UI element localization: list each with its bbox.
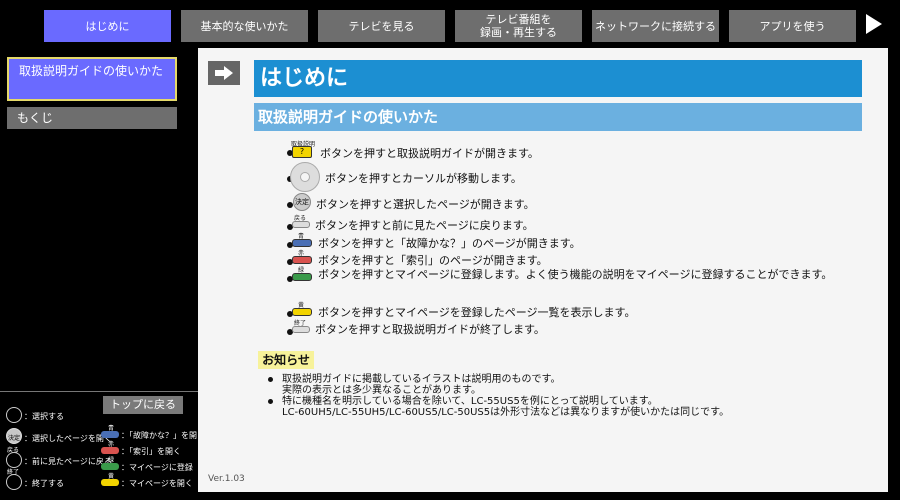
- next-arrow-icon[interactable]: [866, 14, 882, 34]
- key-end-label: ：終了する: [24, 479, 64, 488]
- sidebar-item-label: もくじ: [17, 111, 54, 125]
- key-select-label: ：選択する: [24, 412, 64, 421]
- key-back-label: ：前に見たページに戻る: [24, 457, 112, 466]
- blue-button-icon: [292, 239, 312, 247]
- key-blue-label: ：「故障かな？」を開く: [121, 431, 205, 440]
- red-button-icon: [292, 256, 312, 264]
- blue-key-icon: [101, 431, 119, 438]
- tab-apps[interactable]: アプリを使う: [729, 10, 856, 42]
- item-text: ボタンを押すと選択したページが開きます。: [316, 198, 535, 211]
- sidebar-item-toc[interactable]: もくじ: [7, 107, 177, 129]
- key-green-label: ：マイページに登録: [121, 463, 193, 472]
- version-label: Ver.1.03: [208, 474, 245, 484]
- dpad-key-icon: [6, 407, 22, 423]
- notice-label: お知らせ: [258, 351, 314, 369]
- key-red-label: ：「索引」を開く: [121, 447, 181, 456]
- tab-label: アプリを使う: [759, 19, 826, 33]
- tab-label: テレビを見る: [348, 19, 415, 33]
- tab-basic-usage[interactable]: 基本的な使いかた: [181, 10, 308, 42]
- yellow-key-icon: [101, 479, 119, 486]
- end-key-icon: [6, 474, 22, 490]
- notice-line: 取扱説明ガイドに掲載しているイラストは説明用のものです。: [282, 374, 561, 385]
- back-button-icon: [292, 221, 310, 228]
- dpad-icon: [290, 162, 320, 192]
- end-button-icon: [292, 326, 310, 333]
- item-text: ボタンを押すとマイページを登録したページ一覧を表示します。: [318, 306, 636, 319]
- item-text: ボタンを押すと取扱説明ガイドが終了します。: [315, 323, 545, 336]
- frame-edge: [888, 48, 900, 500]
- frame-edge: [198, 492, 888, 500]
- yellow-button-icon: [292, 308, 312, 316]
- tab-hajimeni[interactable]: はじめに: [44, 10, 171, 42]
- item-text: ボタンを押すとカーソルが移動します。: [325, 172, 522, 185]
- section-title: 取扱説明ガイドの使いかた: [254, 103, 862, 131]
- top-nav: はじめに 基本的な使いかた テレビを見る テレビ番組を 録画・再生する ネットワ…: [0, 0, 900, 48]
- notice-line: 特に機種名を明示している場合を除いて、LC-55US5を例にとって説明しています…: [282, 396, 658, 407]
- red-key-icon: [101, 447, 119, 454]
- item-text: ボタンを押すと「故障かな？」のページが開きます。: [318, 237, 581, 250]
- arrow-right-icon: [208, 61, 240, 85]
- item-text: ボタンを押すと「索引」のページが開きます。: [318, 254, 548, 267]
- bullet: [268, 399, 273, 404]
- page-title: はじめに: [254, 60, 862, 97]
- key-enter-label: ：選択したページを開く: [24, 434, 112, 443]
- sidebar-item-label: 取扱説明ガイドの使いかた: [19, 64, 164, 78]
- tab-label: ネットワークに接続する: [595, 19, 716, 33]
- guide-button-icon: ?: [292, 146, 312, 158]
- enter-button-icon: 決定: [293, 193, 311, 211]
- item-text: ボタンを押すと取扱説明ガイドが開きます。: [320, 147, 539, 160]
- tab-network[interactable]: ネットワークに接続する: [592, 10, 719, 42]
- tab-label: はじめに: [85, 19, 130, 33]
- sidebar-item-guide-usage[interactable]: 取扱説明ガイドの使いかた: [7, 57, 177, 101]
- item-text: ボタンを押すと前に見たページに戻ります。: [315, 219, 534, 232]
- item-text: ボタンを押すとマイページに登録します。よく使う機能の説明をマイページに登録するこ…: [318, 268, 833, 281]
- notice-line: LC-60UH5/LC-55UH5/LC-60US5/LC-50US5は外形寸法…: [282, 407, 730, 418]
- back-to-top-button[interactable]: トップに戻る: [103, 396, 183, 414]
- sidebar: 取扱説明ガイドの使いかた もくじ トップに戻る ：選択する 決定 ：選択したペー…: [0, 48, 205, 500]
- bullet: [268, 377, 273, 382]
- tab-label: テレビ番組を 録画・再生する: [480, 13, 557, 39]
- tab-watch-tv[interactable]: テレビを見る: [318, 10, 445, 42]
- tab-record-play[interactable]: テレビ番組を 録画・再生する: [455, 10, 582, 42]
- tab-label: 基本的な使いかた: [200, 19, 289, 33]
- enter-key-glyph: 決定: [8, 435, 21, 442]
- main-content: はじめに 取扱説明ガイドの使いかた 取扱説明 ? ボタンを押すと取扱説明ガイドが…: [198, 48, 888, 492]
- key-yellow-label: ：マイページを開く: [121, 479, 193, 488]
- back-key-icon: [6, 452, 22, 468]
- green-key-icon: [101, 463, 119, 470]
- divider: [0, 391, 198, 392]
- notice-line: 実際の表示とは多少異なることがあります。: [282, 385, 481, 396]
